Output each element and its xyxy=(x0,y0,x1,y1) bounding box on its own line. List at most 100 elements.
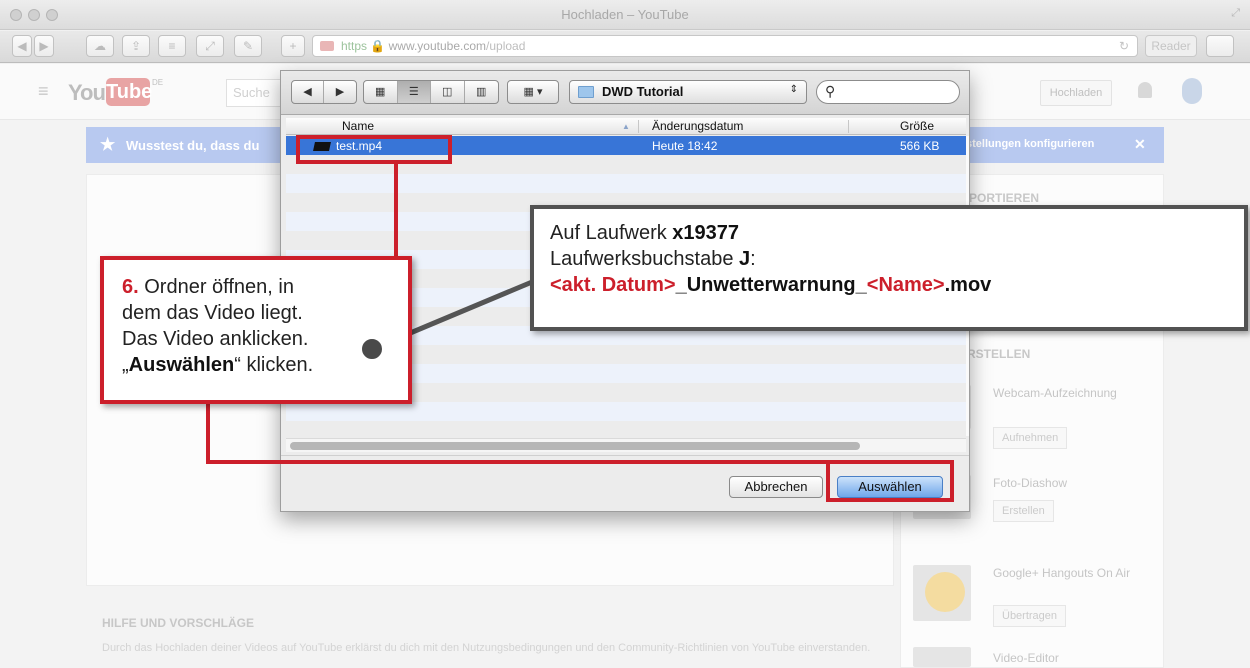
broadcast-button[interactable]: Übertragen xyxy=(993,605,1067,627)
cancel-button[interactable]: Abbrechen xyxy=(729,476,823,498)
pointer-dot xyxy=(360,337,384,361)
folder-icon xyxy=(578,86,594,98)
info-line2-suffix: : xyxy=(750,248,756,270)
downloads-icon[interactable] xyxy=(1206,35,1234,57)
arrange-button[interactable]: ▦ ▾ xyxy=(507,80,559,104)
dialog-toolbar: ◀ ▶ ▦ ☰ ◫ ▥ ▦ ▾ DWD Tutorial ⇕ ⚲ xyxy=(281,71,969,115)
banner-close-icon[interactable]: ✕ xyxy=(1134,136,1146,153)
column-name[interactable]: Name xyxy=(342,119,374,133)
browser-window: Hochladen – YouTube ⤢ ◀ ▶ ☁ ⇪ ≡ ⤢ ✎ + ht… xyxy=(0,0,1250,668)
side-item-title[interactable]: Video-Editor xyxy=(993,650,1143,667)
new-tab-icon[interactable]: + xyxy=(281,35,305,57)
column-date[interactable]: Änderungsdatum xyxy=(652,119,743,133)
nav-buttons: ◀ ▶ xyxy=(291,80,357,104)
share-icon[interactable]: ⇪ xyxy=(122,35,150,57)
icon-view-icon[interactable]: ▦ xyxy=(364,81,398,103)
forward-icon[interactable]: ▶ xyxy=(34,35,54,57)
side-heading-import: MPORTIEREN xyxy=(959,191,1040,205)
browser-toolbar: ◀ ▶ ☁ ⇪ ≡ ⤢ ✎ + https 🔒 www.youtube.com/… xyxy=(0,31,1250,63)
lock-icon: 🔒 xyxy=(370,39,389,53)
file-size: 566 KB xyxy=(900,139,940,153)
side-item-title[interactable]: Google+ Hangouts On Air xyxy=(993,565,1143,582)
youtube-upload-button[interactable]: Hochladen xyxy=(1040,80,1112,106)
callout-line1: Ordner öffnen, in xyxy=(138,276,294,298)
popup-arrows-icon: ⇕ xyxy=(789,84,798,95)
record-button[interactable]: Aufnehmen xyxy=(993,427,1068,449)
callout-bold-word: Auswählen xyxy=(128,354,235,376)
list-view-icon[interactable]: ☰ xyxy=(397,81,431,103)
callout-line3: Das Video anklicken. xyxy=(122,328,309,350)
banner-text: Wusstest du, dass du xyxy=(126,138,260,153)
callout-line2: dem das Video liegt. xyxy=(122,302,303,324)
avatar[interactable] xyxy=(1182,78,1202,104)
empty-row xyxy=(286,402,966,421)
reader-button[interactable]: Reader xyxy=(1145,35,1197,57)
wrench-icon[interactable]: ✎ xyxy=(234,35,262,57)
select-button-highlight-frame xyxy=(826,460,954,502)
callout-quote-open: „ xyxy=(122,354,129,376)
column-size[interactable]: Größe xyxy=(900,119,934,133)
side-item-title[interactable]: Foto-Diashow xyxy=(993,475,1143,492)
folder-popup[interactable]: DWD Tutorial ⇕ xyxy=(569,80,807,104)
column-view-icon[interactable]: ◫ xyxy=(431,81,465,103)
info-filename-middle: _Unwetterwarnung_ xyxy=(675,274,867,296)
coverflow-view-icon[interactable]: ▥ xyxy=(465,81,498,103)
empty-row xyxy=(286,174,966,193)
horizontal-scrollbar[interactable] xyxy=(286,438,966,452)
banner-settings-link[interactable]: stellungen konfigurieren xyxy=(966,138,1094,150)
side-item-title[interactable]: Webcam-Aufzeichnung xyxy=(993,385,1143,402)
resize-icon[interactable]: ⤢ xyxy=(196,35,224,57)
search-icon: ⚲ xyxy=(825,83,836,99)
callout-line4-suffix: “ klicken. xyxy=(234,354,314,376)
info-date-placeholder: <akt. Datum> xyxy=(550,274,676,296)
info-line1-prefix: Auf Laufwerk xyxy=(550,222,673,244)
fullscreen-icon[interactable]: ⤢ xyxy=(1231,7,1240,20)
reload-icon[interactable]: ↻ xyxy=(1119,36,1129,56)
file-date: Heute 18:42 xyxy=(652,139,718,153)
youtube-search-input[interactable]: Suche xyxy=(226,79,286,107)
window-title: Hochladen – YouTube xyxy=(561,7,689,22)
column-divider xyxy=(638,120,639,133)
address-bar[interactable]: https 🔒 www.youtube.com/upload ↻ xyxy=(312,35,1138,57)
current-folder: DWD Tutorial xyxy=(602,84,684,99)
scroll-thumb[interactable] xyxy=(290,442,860,450)
column-header: Name ▲ Änderungsdatum Größe xyxy=(286,118,966,135)
youtube-logo-region: DE xyxy=(152,78,164,87)
step-number: 6. xyxy=(122,276,139,298)
create-button[interactable]: Erstellen xyxy=(993,500,1054,522)
connector-line xyxy=(206,402,210,464)
dialog-back-icon[interactable]: ◀ xyxy=(292,81,324,103)
reading-list-icon[interactable]: ≡ xyxy=(158,35,186,57)
file-highlight-frame xyxy=(296,135,452,164)
info-line2-prefix: Laufwerksbuchstabe xyxy=(550,248,740,270)
url-host: www.youtube.com xyxy=(388,39,487,53)
hangouts-icon xyxy=(925,572,965,612)
info-drive-letter: J xyxy=(739,248,751,270)
step-callout: 6. Ordner öffnen, in dem das Video liegt… xyxy=(100,256,412,404)
title-bar: Hochladen – YouTube ⤢ xyxy=(0,0,1250,30)
info-name-placeholder: <Name> xyxy=(866,274,945,296)
url-path: /upload xyxy=(486,39,526,53)
dialog-search-input[interactable]: ⚲ xyxy=(816,80,960,104)
icloud-icon[interactable]: ☁ xyxy=(86,35,114,57)
help-title: HILFE UND VORSCHLÄGE xyxy=(102,616,255,630)
dialog-forward-icon[interactable]: ▶ xyxy=(324,81,356,103)
youtube-logo-tube[interactable]: Tube xyxy=(106,78,152,106)
info-drive: x19377 xyxy=(672,222,740,244)
youtube-logo-you[interactable]: You xyxy=(68,80,106,106)
connector-line xyxy=(394,163,398,256)
url-scheme: https xyxy=(341,39,368,53)
help-text: Durch das Hochladen deiner Videos auf Yo… xyxy=(102,642,871,654)
bell-icon[interactable] xyxy=(1138,82,1152,98)
info-box: Auf Laufwerk x19377 Laufwerksbuchstabe J… xyxy=(530,205,1248,331)
back-icon[interactable]: ◀ xyxy=(12,35,32,57)
arrange-icon: ▦ ▾ xyxy=(523,86,543,98)
connector-line xyxy=(206,460,828,464)
star-icon: ★ xyxy=(100,135,116,154)
info-extension: .mov xyxy=(944,274,992,296)
view-mode-buttons: ▦ ☰ ◫ ▥ xyxy=(363,80,499,104)
sort-arrow-icon: ▲ xyxy=(622,122,630,131)
menu-icon[interactable]: ≡ xyxy=(38,81,49,102)
editor-thumbnail xyxy=(913,647,971,667)
column-divider xyxy=(848,120,849,133)
